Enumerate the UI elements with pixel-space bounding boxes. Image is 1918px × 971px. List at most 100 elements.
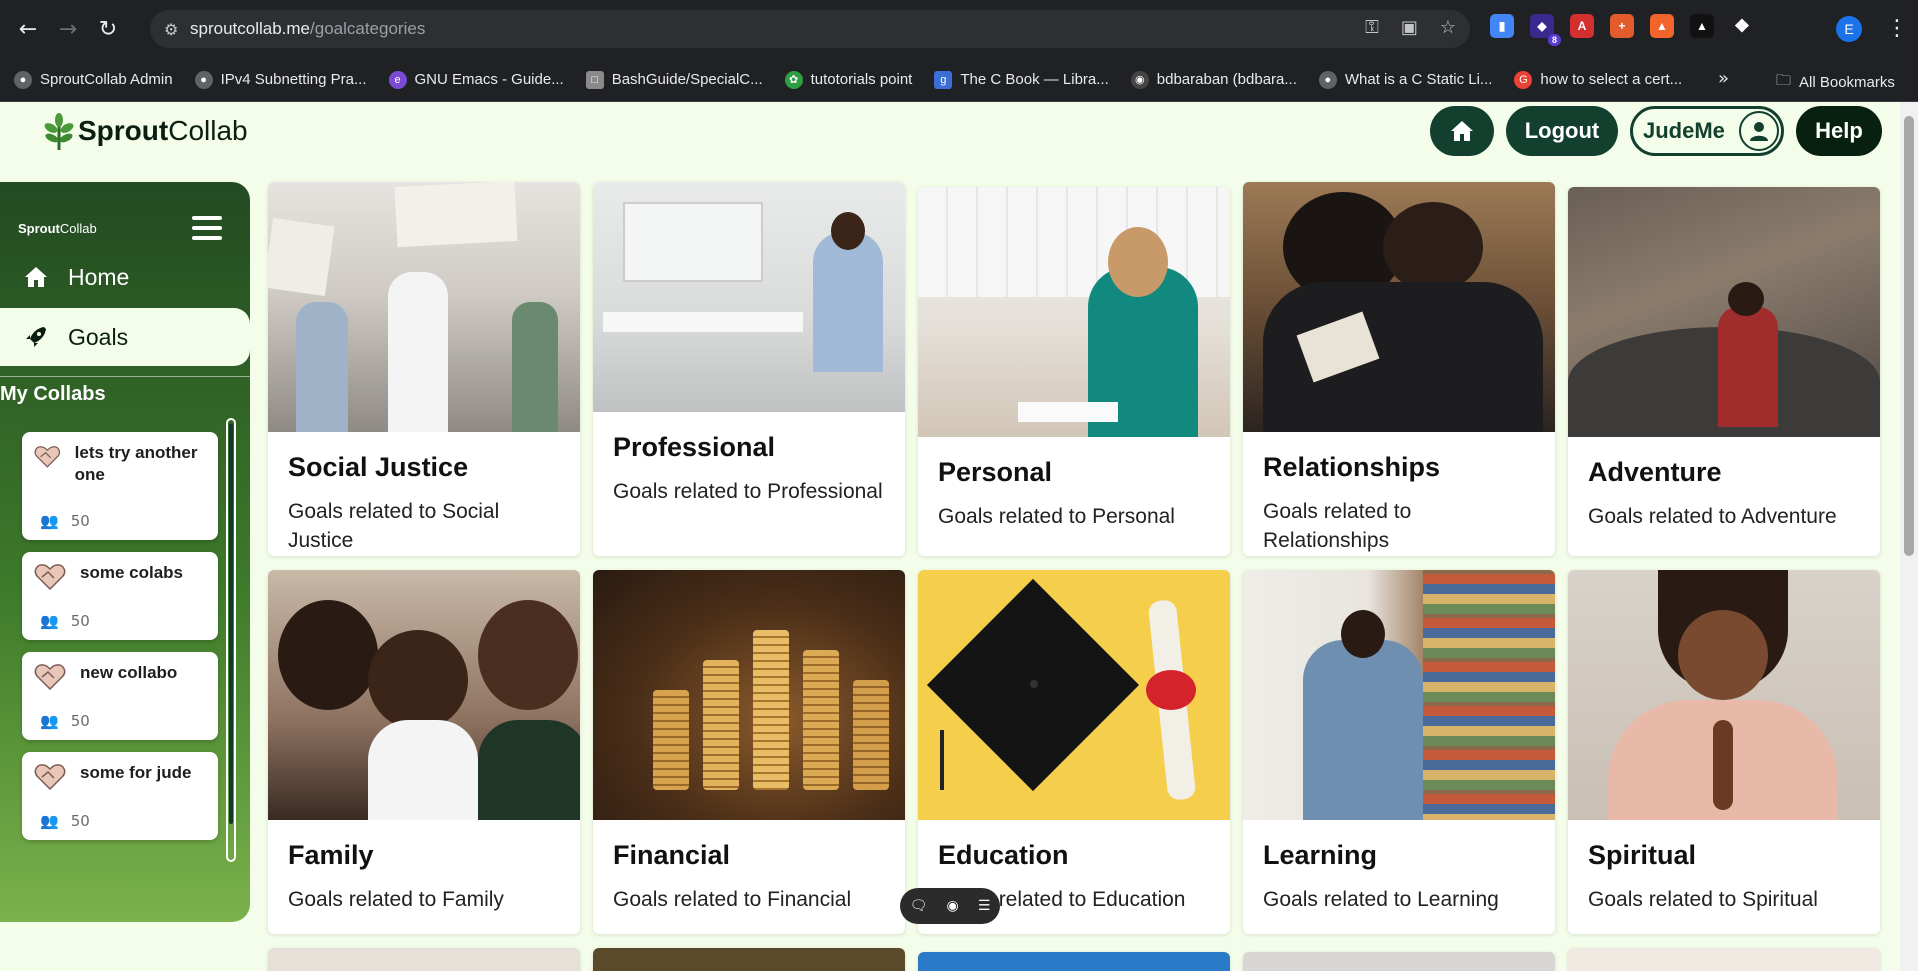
bag-extension-icon[interactable]: ▲ <box>1650 14 1674 38</box>
docs-extension-icon[interactable]: ▮ <box>1490 14 1514 38</box>
bookmarks-bar: ● SproutCollab Admin ● IPv4 Subnetting Pra… <box>0 58 1918 102</box>
collab-title: some colabs <box>80 563 183 582</box>
category-card-partial[interactable] <box>1243 952 1555 971</box>
forward-icon[interactable]: → <box>48 9 88 49</box>
collab-card[interactable]: new collabo 👥 50 <box>22 652 218 740</box>
category-card-relationships[interactable]: Relationships Goals related to Relations… <box>1243 182 1555 556</box>
triangle-extension-icon[interactable]: ▲ <box>1690 14 1714 38</box>
password-key-icon[interactable]: ⚿ <box>1365 17 1379 38</box>
category-title: Family <box>288 840 374 870</box>
kebab-menu-icon[interactable]: ⋮ <box>1886 16 1908 42</box>
all-bookmarks-button[interactable]: 🗀 All Bookmarks <box>1776 70 1895 95</box>
category-card-partial[interactable] <box>268 948 580 971</box>
back-icon[interactable]: ← <box>8 9 48 49</box>
collab-title: some for jude <box>80 763 192 782</box>
reload-icon[interactable]: ↻ <box>88 9 128 49</box>
home-button[interactable] <box>1430 106 1494 156</box>
category-description: Goals related to Personal <box>938 505 1175 528</box>
social-justice-image <box>268 182 580 432</box>
bookmark-item[interactable]: ✿ tutotorials point <box>784 70 912 89</box>
extensions-puzzle-icon[interactable]: ❖ <box>1730 14 1754 38</box>
bookmark-item[interactable]: ● IPv4 Subnetting Pra... <box>194 70 367 89</box>
financial-image <box>593 570 905 820</box>
category-card-personal[interactable]: Personal Goals related to Personal <box>918 187 1230 556</box>
sidebar-item-goals[interactable]: Goals <box>0 308 250 366</box>
category-card-education[interactable]: Education Goals related to Education <box>918 570 1230 934</box>
list-icon[interactable]: ☰ <box>978 898 991 914</box>
category-description: Goals related to Spiritual <box>1588 888 1818 911</box>
member-count: 50 <box>70 812 90 830</box>
site-logo[interactable]: SproutCollab <box>44 112 248 150</box>
collab-list-scrollbar[interactable] <box>226 418 236 862</box>
category-card-professional[interactable]: Professional Goals related to Profession… <box>593 182 905 556</box>
sidebar-item-label: Home <box>68 263 130 290</box>
puzzle-extension-icon[interactable]: ◆ 8 <box>1530 14 1561 46</box>
category-description: Goals related to Relationships <box>1263 500 1412 553</box>
chevron-double-right-icon[interactable]: » <box>1718 68 1729 89</box>
pdf-extension-icon[interactable]: A <box>1570 14 1594 38</box>
scrollbar-thumb[interactable] <box>1904 116 1914 556</box>
floating-toolbar: 🗨 ◉ ☰ <box>900 888 1000 924</box>
grammar-extension-icon[interactable]: + <box>1610 14 1634 38</box>
category-card-learning[interactable]: Learning Goals related to Learning <box>1243 570 1555 934</box>
users-icon: 👥 <box>40 812 59 830</box>
collab-card[interactable]: some colabs 👥 50 <box>22 552 218 640</box>
category-description: Goals related to Adventure <box>1588 505 1837 528</box>
site-info-icon[interactable]: ⚙ <box>164 20 190 39</box>
category-card-family[interactable]: Family Goals related to Family <box>268 570 580 934</box>
eye-icon[interactable]: ◉ <box>946 898 958 914</box>
comment-icon[interactable]: 🗨 <box>910 898 928 914</box>
category-card-adventure[interactable]: Adventure Goals related to Adventure <box>1568 187 1880 556</box>
hamburger-menu-icon[interactable] <box>192 216 222 240</box>
category-title: Personal <box>938 457 1053 487</box>
help-button[interactable]: Help <box>1796 106 1882 156</box>
category-card-spiritual[interactable]: Spiritual Goals related to Spiritual <box>1568 570 1880 934</box>
browser-toolbar: ← → ↻ ⚙ sproutcollab.me/goalcategories ⚿… <box>0 0 1918 58</box>
category-title: Adventure <box>1588 457 1722 487</box>
bookmark-item[interactable]: ● SproutCollab Admin <box>14 70 173 89</box>
category-description: Goals related to Financial <box>613 888 852 911</box>
google-icon: G <box>1514 70 1533 89</box>
category-title: Education <box>938 840 1069 870</box>
personal-image <box>918 187 1230 437</box>
bookmark-item[interactable]: □ BashGuide/SpecialC... <box>585 70 763 89</box>
adventure-image <box>1568 187 1880 437</box>
category-card-partial[interactable] <box>593 948 905 971</box>
sidebar-item-home[interactable]: Home <box>0 248 250 306</box>
collab-card[interactable]: lets try another one 👥 50 <box>22 432 218 540</box>
emacs-icon: e <box>388 70 407 89</box>
install-app-icon[interactable]: ▣ <box>1401 17 1418 38</box>
category-card-partial[interactable] <box>1568 948 1880 971</box>
address-bar[interactable]: ⚙ sproutcollab.me/goalcategories ⚿ ▣ ☆ <box>150 10 1470 48</box>
username-label: JudeMe <box>1643 118 1725 143</box>
sidebar-logo[interactable]: SproutCollab <box>18 221 97 236</box>
bookmark-item[interactable]: g The C Book — Libra... <box>934 70 1109 89</box>
user-profile-button[interactable]: JudeMe <box>1630 106 1784 156</box>
bookmark-item[interactable]: e GNU Emacs - Guide... <box>388 70 564 89</box>
page-scrollbar[interactable] <box>1900 102 1918 971</box>
collab-title: new collabo <box>80 663 178 682</box>
category-card-financial[interactable]: Financial Goals related to Financial <box>593 570 905 934</box>
rocket-icon <box>26 327 46 347</box>
learning-image <box>1243 570 1555 820</box>
collab-card[interactable]: some for jude 👥 50 <box>22 752 218 840</box>
bookmark-item[interactable]: ● What is a C Static Li... <box>1318 70 1492 89</box>
category-card-social-justice[interactable]: Social Justice Goals related to Social J… <box>268 182 580 556</box>
sidebar-item-label: Goals <box>68 323 129 350</box>
handshake-heart-icon <box>34 564 66 590</box>
profile-avatar[interactable]: E <box>1836 16 1862 42</box>
logout-button[interactable]: Logout <box>1506 106 1618 156</box>
category-description: Goals related to Social Justice <box>288 500 500 553</box>
category-title: Social Justice <box>288 452 469 482</box>
bookmark-item[interactable]: Ghow to select a cert... <box>1514 70 1682 89</box>
url-text: sproutcollab.me/goalcategories <box>190 19 426 38</box>
users-icon: 👥 <box>40 712 59 730</box>
page-icon: □ <box>585 70 604 89</box>
handshake-heart-icon <box>34 764 66 790</box>
category-card-partial[interactable] <box>918 952 1230 971</box>
category-title: Professional <box>613 432 776 462</box>
bookmark-star-icon[interactable]: ☆ <box>1440 17 1456 38</box>
bookmark-item[interactable]: ◉ bdbaraban (bdbara... <box>1130 70 1297 89</box>
collab-title: lets try another one <box>74 443 198 485</box>
folder-icon: 🗀 <box>1776 72 1792 89</box>
